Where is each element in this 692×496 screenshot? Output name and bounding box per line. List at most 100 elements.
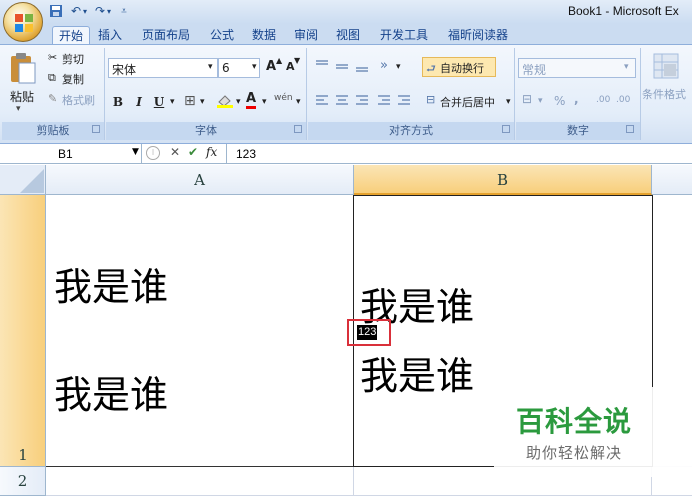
wrap-text-label: 自动换行 — [440, 62, 484, 75]
orientation-icon[interactable]: » — [380, 58, 388, 73]
column-header-b[interactable]: B — [354, 165, 652, 195]
group-divider — [104, 48, 105, 140]
cell-a1[interactable] — [46, 195, 354, 467]
group-divider — [640, 48, 641, 140]
formula-input[interactable]: 123 — [236, 147, 256, 161]
highlight-box — [347, 319, 391, 346]
name-box-dropdown-icon[interactable]: ▼ — [132, 147, 139, 157]
cancel-icon[interactable]: ✕ — [170, 145, 180, 159]
tab-data[interactable]: 数据 — [246, 26, 282, 45]
clipboard-launcher-icon[interactable] — [92, 125, 100, 133]
tab-foxit-reader[interactable]: 福昕阅读器 — [442, 26, 514, 45]
scissors-icon: ✂ — [48, 51, 58, 64]
tab-formulas[interactable]: 公式 — [204, 26, 240, 45]
watermark-subtitle: 助你轻松解决 — [526, 444, 623, 462]
percent-button[interactable]: % — [554, 94, 565, 108]
align-top-icon — [316, 60, 368, 72]
bold-button[interactable]: B — [110, 92, 126, 112]
cell-a1-text-line2: 我是谁 — [54, 373, 169, 417]
shrink-font-icon: ▼ — [294, 56, 301, 65]
insert-function-button[interactable]: fx — [206, 145, 217, 159]
row-header-label: 1 — [18, 446, 28, 464]
phonetic-guide-button[interactable]: wén — [274, 93, 293, 103]
format-painter-button[interactable]: 格式刷 — [62, 92, 95, 108]
row-header-2[interactable]: 2 — [0, 467, 46, 496]
font-size-dropdown-icon[interactable]: ▾ — [252, 62, 257, 72]
font-name-value: 宋体 — [112, 63, 137, 77]
group-label-font: 字体 — [106, 122, 306, 140]
tab-review[interactable]: 审阅 — [288, 26, 324, 45]
conditional-format-icon[interactable] — [652, 52, 682, 82]
phonetic-dropdown-icon[interactable]: ▾ — [296, 97, 301, 107]
office-logo-icon — [15, 14, 33, 32]
tab-developer[interactable]: 开发工具 — [374, 26, 434, 45]
undo-dropdown-icon[interactable]: ▾ — [80, 4, 90, 19]
select-all-corner[interactable] — [0, 165, 46, 195]
decrease-decimal-button[interactable]: .00 — [616, 95, 630, 105]
orientation-dropdown-icon[interactable]: ▾ — [396, 62, 401, 72]
tab-view[interactable]: 视图 — [330, 26, 366, 45]
font-name-dropdown-icon[interactable]: ▾ — [208, 62, 213, 72]
column-header-c[interactable] — [652, 165, 692, 195]
conditional-format-button[interactable]: 条件格式 — [642, 86, 686, 102]
merge-center-icon: ⊟ — [426, 93, 436, 106]
number-format-dropdown-icon[interactable]: ▾ — [624, 62, 629, 72]
copy-button[interactable]: 复制 — [62, 71, 84, 87]
window-title: Book1 - Microsoft Ex — [568, 4, 679, 18]
enter-check-icon[interactable]: ✔ — [188, 145, 198, 159]
group-divider — [306, 48, 307, 140]
cut-button[interactable]: 剪切 — [62, 51, 84, 67]
align-left-icon — [316, 95, 410, 105]
cell-b1-text-line2: 我是谁 — [360, 354, 475, 398]
increase-decimal-button[interactable]: .00 — [596, 95, 610, 105]
group-divider — [514, 48, 515, 140]
currency-icon[interactable]: ⊟ — [522, 92, 532, 106]
office-button[interactable] — [3, 2, 43, 42]
grow-font-button[interactable]: A — [266, 59, 276, 74]
copy-icon: ⧉ — [48, 71, 56, 84]
grow-font-icon: ▲ — [276, 56, 283, 65]
number-format-value: 常规 — [522, 63, 547, 77]
cell-a2[interactable] — [46, 467, 354, 496]
horizontal-align-buttons[interactable] — [314, 92, 420, 108]
underline-button[interactable]: U — [152, 92, 166, 112]
merge-dropdown-icon[interactable]: ▾ — [506, 97, 511, 107]
format-painter-icon: ✎ — [48, 92, 58, 105]
row-header-1[interactable]: 1 — [0, 195, 46, 467]
font-size-value: 6 — [222, 61, 230, 75]
tab-insert[interactable]: 插入 — [92, 26, 128, 45]
font-color-button[interactable]: A — [246, 91, 257, 109]
paste-icon[interactable] — [8, 52, 38, 86]
watermark-title: 百科全说 — [516, 405, 633, 438]
font-color-dropdown-icon[interactable]: ▾ — [262, 97, 267, 107]
merge-center-button[interactable]: 合并后居中 — [440, 94, 495, 110]
customize-qat-icon[interactable]: ⩡ — [118, 4, 130, 19]
font-launcher-icon[interactable] — [294, 125, 302, 133]
group-label-alignment: 对齐方式 — [308, 122, 514, 140]
column-header-a[interactable]: A — [46, 165, 354, 195]
border-dropdown-icon[interactable]: ▾ — [200, 97, 205, 107]
save-icon[interactable] — [48, 4, 64, 19]
tab-home[interactable]: 开始 — [52, 26, 91, 45]
fill-color-icon[interactable] — [216, 94, 234, 108]
paste-dropdown-icon[interactable]: ▾ — [16, 104, 21, 114]
paste-button[interactable]: 粘贴 — [10, 88, 34, 105]
vertical-align-buttons[interactable] — [314, 58, 374, 74]
group-label-clipboard: 剪贴板 — [2, 122, 104, 140]
group-label-number: 数字 — [516, 122, 640, 140]
fill-color-dropdown-icon[interactable]: ▾ — [236, 97, 241, 107]
name-box-value: B1 — [58, 147, 73, 161]
underline-dropdown-icon[interactable]: ▾ — [170, 97, 175, 107]
currency-dropdown-icon[interactable]: ▾ — [538, 96, 543, 106]
formula-divider — [226, 144, 227, 164]
comma-button[interactable]: , — [574, 92, 579, 106]
insert-function-circle-icon: ⁝ — [146, 146, 160, 160]
number-launcher-icon[interactable] — [626, 125, 634, 133]
tab-page-layout[interactable]: 页面布局 — [136, 26, 196, 45]
alignment-launcher-icon[interactable] — [502, 125, 510, 133]
border-icon[interactable]: ⊞ — [184, 93, 196, 109]
cell-a1-text-line1: 我是谁 — [54, 265, 169, 309]
italic-button[interactable]: I — [132, 92, 146, 112]
redo-dropdown-icon[interactable]: ▾ — [104, 4, 114, 19]
wrap-text-icon: ⮐ — [426, 62, 436, 75]
